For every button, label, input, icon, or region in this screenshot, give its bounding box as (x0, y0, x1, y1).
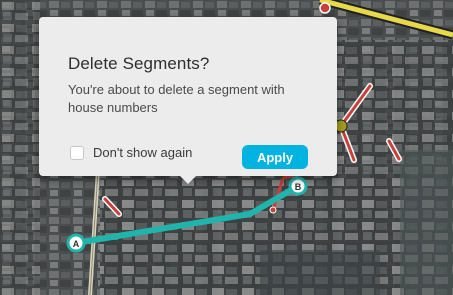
delete-segments-dialog: Delete Segments? You're about to delete … (39, 17, 337, 176)
apply-button[interactable]: Apply (242, 145, 308, 169)
map-editor[interactable]: A B Delete Segments? You're about to del… (0, 0, 453, 295)
node-b-label: B (295, 182, 302, 192)
node-a[interactable]: A (66, 233, 86, 253)
node-b[interactable]: B (288, 176, 308, 196)
dont-show-again-checkbox[interactable] (70, 146, 84, 160)
road-node[interactable] (319, 2, 331, 14)
dialog-title: Delete Segments? (68, 54, 210, 73)
dialog-pointer (180, 176, 196, 184)
dialog-message: You're about to delete a segment with ho… (68, 82, 285, 115)
node-a-label: A (73, 239, 80, 249)
dont-show-again-label[interactable]: Don't show again (93, 145, 192, 160)
